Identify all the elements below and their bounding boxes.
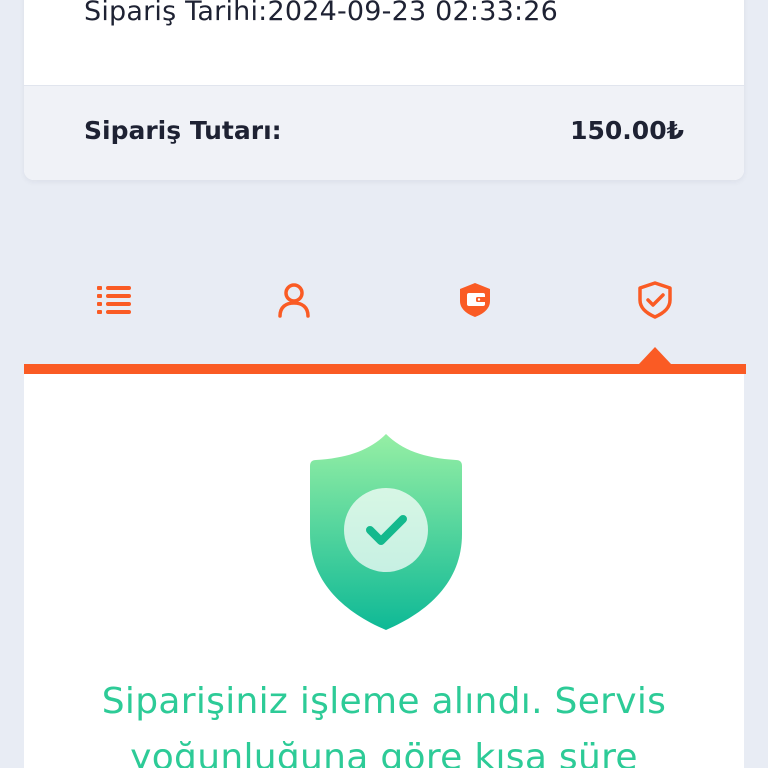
shield-check-icon xyxy=(638,281,672,319)
order-status-page: Sipariş Tarihi:2024-09-23 02:33:26 Sipar… xyxy=(0,0,768,768)
active-step-pointer xyxy=(639,347,671,364)
checkout-steps xyxy=(24,262,744,366)
wallet-icon xyxy=(460,283,490,317)
order-success-card: Siparişiniz işleme alındı. Servis yoğunl… xyxy=(24,374,744,768)
order-date: Sipariş Tarihi:2024-09-23 02:33:26 xyxy=(84,0,559,27)
order-total-value: 150.00₺ xyxy=(570,116,684,145)
list-icon xyxy=(97,286,131,314)
step-payment[interactable] xyxy=(445,270,505,330)
success-shield-icon xyxy=(306,430,466,634)
order-total-label: Sipariş Tutarı: xyxy=(84,116,282,145)
user-icon xyxy=(278,283,310,318)
success-message: Siparişiniz işleme alındı. Servis yoğunl… xyxy=(101,681,667,768)
step-customer-info[interactable] xyxy=(264,270,324,330)
order-summary-card: Sipariş Tarihi:2024-09-23 02:33:26 Sipar… xyxy=(24,0,744,180)
step-order-details[interactable] xyxy=(84,270,144,330)
order-total-row: Sipariş Tutarı: 150.00₺ xyxy=(24,85,744,180)
step-confirmation[interactable] xyxy=(625,270,685,330)
step-progress-bar xyxy=(24,364,746,374)
